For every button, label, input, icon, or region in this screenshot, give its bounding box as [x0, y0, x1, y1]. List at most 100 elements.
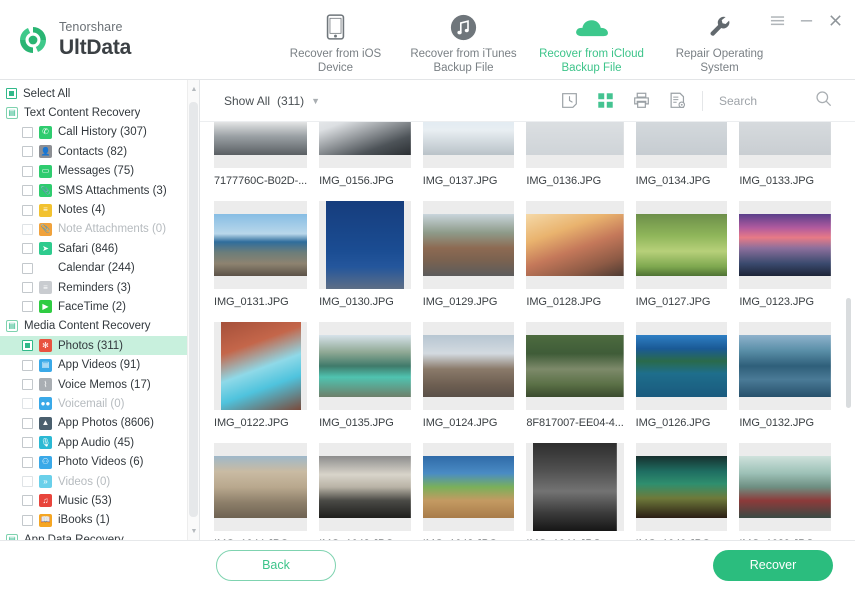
sidebar-item-app-videos[interactable]: ▤ App Videos (91): [0, 355, 199, 374]
recover-button[interactable]: Recover: [713, 549, 833, 581]
item-checkbox[interactable]: [22, 126, 33, 138]
export-settings-icon[interactable]: [666, 90, 688, 112]
thumbnail-item[interactable]: 8F817007-EE04-4...: [520, 317, 629, 438]
thumbnail-image: [526, 201, 624, 289]
thumbnail-item[interactable]: IMG_1043.JPG: [313, 438, 417, 540]
item-checkbox[interactable]: [22, 165, 33, 177]
sidebar-group-app-data-recovery[interactable]: ▤ App Data Recovery: [0, 530, 199, 540]
show-all-dropdown[interactable]: Show All (311) ▼: [224, 94, 320, 108]
sidebar-item-ibooks[interactable]: 📖 iBooks (1): [0, 511, 199, 530]
item-checkbox[interactable]: [22, 146, 33, 158]
thumbnail-item[interactable]: IMG_0126.JPG: [630, 317, 734, 438]
thumbnail-item[interactable]: IMG_0130.JPG: [313, 196, 417, 317]
sidebar-item-sms-attachments[interactable]: 📎 SMS Attachments (3): [0, 181, 199, 200]
thumbnail-item[interactable]: IMG_0133.JPG: [733, 122, 837, 196]
close-button[interactable]: [827, 12, 843, 28]
thumbnail-item[interactable]: IMG_0131.JPG: [208, 196, 313, 317]
sidebar-group-media-content-recovery[interactable]: ▤ Media Content Recovery: [0, 317, 199, 336]
sidebar-item-reminders[interactable]: ≡ Reminders (3): [0, 278, 199, 297]
sidebar-scrollbar[interactable]: ▲ ▼: [187, 80, 199, 540]
item-checkbox[interactable]: [22, 456, 33, 468]
sidebar-item-calendar[interactable]: 9 Calendar (244): [0, 259, 199, 278]
item-checkbox[interactable]: [22, 301, 33, 313]
sidebar-item-safari[interactable]: ➤ Safari (846): [0, 239, 199, 258]
tab-recover-from-ios-device[interactable]: Recover from iOS Device: [272, 8, 400, 80]
sidebar-item-videos[interactable]: » Videos (0): [0, 472, 199, 491]
sidebar-scrollbar-thumb[interactable]: [189, 102, 198, 517]
thumbnail-image: [214, 122, 308, 168]
sidebar-item-app-audio[interactable]: 🎙 App Audio (45): [0, 433, 199, 452]
select-all-checkbox[interactable]: [6, 88, 17, 100]
item-checkbox[interactable]: [22, 437, 33, 449]
thumbnail-item[interactable]: IMG_0135.JPG: [313, 317, 417, 438]
thumbnail-item[interactable]: IMG_1040.JPG: [630, 438, 734, 540]
item-checkbox[interactable]: [22, 379, 33, 391]
sidebar-item-photos[interactable]: ✻ Photos (311): [0, 336, 199, 356]
item-checkbox[interactable]: [22, 282, 33, 294]
thumbnail-item[interactable]: IMG_0122.JPG: [208, 317, 313, 438]
item-checkbox[interactable]: [22, 359, 33, 371]
item-checkbox[interactable]: [22, 185, 33, 197]
menu-button[interactable]: [769, 12, 785, 28]
app-photos-icon: ▲: [39, 416, 52, 430]
thumbnail-item[interactable]: IMG_0134.JPG: [630, 122, 734, 196]
item-checkbox[interactable]: [22, 495, 33, 507]
minimize-button[interactable]: [798, 12, 814, 28]
thumbnail-item[interactable]: IMG_0129.JPG: [417, 196, 521, 317]
sidebar-item-voice-memos[interactable]: ⌇ Voice Memos (17): [0, 375, 199, 394]
item-checkbox[interactable]: [22, 398, 33, 410]
time-filter-icon[interactable]: [558, 90, 580, 112]
thumbnail-item[interactable]: IMG_0127.JPG: [630, 196, 734, 317]
item-checkbox[interactable]: [22, 514, 33, 526]
thumbnail-item[interactable]: IMG_0137.JPG: [417, 122, 521, 196]
thumbnail-item[interactable]: IMG_1041.JPG: [520, 438, 629, 540]
sidebar-group-text-content-recovery[interactable]: ▤ Text Content Recovery: [0, 103, 199, 122]
thumbnail-item[interactable]: IMG_0156.JPG: [313, 122, 417, 196]
thumbnail-item[interactable]: IMG_0132.JPG: [733, 317, 837, 438]
thumbnail-filename: IMG_0131.JPG: [214, 296, 289, 308]
tab-recover-from-icloud-backup[interactable]: Recover from iCloud Backup File: [528, 8, 656, 88]
thumbnail-item[interactable]: IMG_1042.JPG: [417, 438, 521, 540]
sidebar-select-all[interactable]: Select All: [0, 84, 199, 103]
grid-scrollbar-thumb[interactable]: [846, 297, 851, 408]
sidebar-item-note-attachments[interactable]: 📎 Note Attachments (0): [0, 220, 199, 239]
scroll-up-icon[interactable]: ▲: [188, 82, 199, 96]
sidebar-item-messages[interactable]: ▭ Messages (75): [0, 162, 199, 181]
scroll-down-icon[interactable]: ▼: [188, 524, 199, 538]
item-checkbox[interactable]: [22, 340, 33, 352]
thumbnail-item[interactable]: IMG_0136.JPG: [520, 122, 629, 196]
search-input[interactable]: [717, 92, 807, 109]
grid-view-icon[interactable]: [594, 90, 616, 112]
item-checkbox[interactable]: [22, 223, 33, 235]
thumbnail-image: [739, 322, 831, 410]
sidebar-item-app-photos[interactable]: ▲ App Photos (8606): [0, 414, 199, 433]
sidebar-item-notes[interactable]: ≡ Notes (4): [0, 200, 199, 219]
sidebar-item-label: Select All: [23, 87, 71, 100]
search-icon[interactable]: [815, 90, 832, 112]
phone-green-icon: ✆: [39, 125, 52, 139]
grid-scrollbar[interactable]: [843, 122, 853, 540]
sidebar-item-voicemail[interactable]: ●● Voicemail (0): [0, 394, 199, 413]
thumbnail-item[interactable]: IMG_0124.JPG: [417, 317, 521, 438]
sidebar-item-facetime[interactable]: ▶ FaceTime (2): [0, 297, 199, 316]
item-checkbox[interactable]: [22, 204, 33, 216]
sidebar-item-photo-videos[interactable]: ⚇ Photo Videos (6): [0, 452, 199, 471]
sidebar-item-music[interactable]: ♫ Music (53): [0, 491, 199, 510]
item-checkbox[interactable]: [22, 262, 33, 274]
item-checkbox[interactable]: [22, 417, 33, 429]
sidebar-item-contacts[interactable]: 👤 Contacts (82): [0, 142, 199, 161]
search-box[interactable]: [717, 90, 837, 112]
item-checkbox[interactable]: [22, 243, 33, 255]
thumbnail-item[interactable]: IMG_0128.JPG: [520, 196, 629, 317]
tab-recover-from-itunes-backup[interactable]: Recover from iTunes Backup File: [400, 8, 528, 80]
thumbnail-item[interactable]: IMG_0123.JPG: [733, 196, 837, 317]
sidebar-item-label: SMS Attachments (3): [58, 184, 167, 197]
tab-repair-operating-system[interactable]: Repair Operating System: [656, 8, 784, 80]
thumbnail-item[interactable]: 7177760C-B02D-...: [208, 122, 313, 196]
back-button[interactable]: Back: [216, 549, 336, 581]
item-checkbox[interactable]: [22, 476, 33, 487]
print-icon[interactable]: [630, 90, 652, 112]
thumbnail-item[interactable]: IMG_1044.JPG: [208, 438, 313, 540]
thumbnail-item[interactable]: IMG_1039.JPG: [733, 438, 837, 540]
sidebar-item-call-history[interactable]: ✆ Call History (307): [0, 123, 199, 142]
